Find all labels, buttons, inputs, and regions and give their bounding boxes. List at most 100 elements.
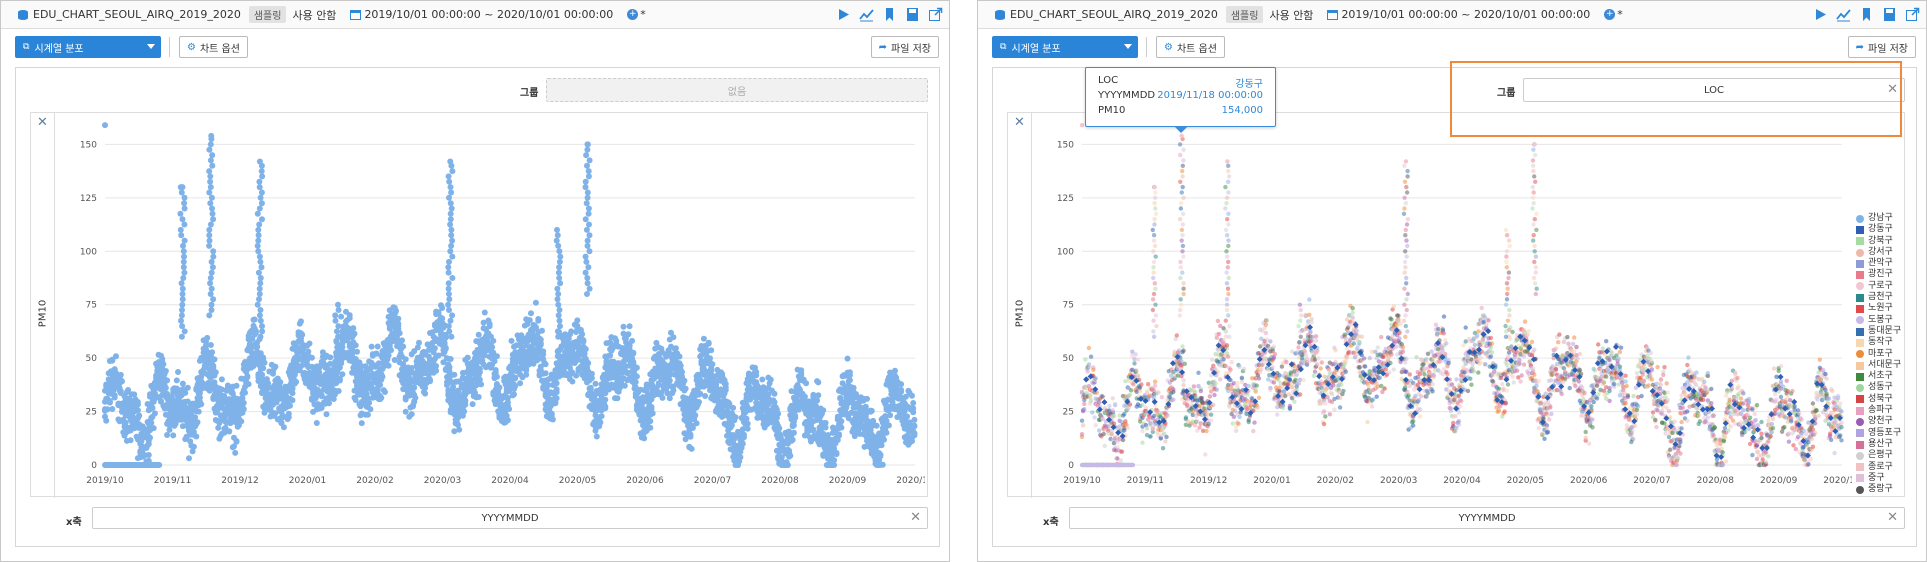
left-panel: EDU_CHART_SEOUL_AIRQ_2019_2020 샘플링 사용 안함… — [0, 0, 950, 562]
export-icon[interactable] — [928, 7, 943, 22]
chart-type-select[interactable]: ⧉ 시계열 분포 — [15, 36, 161, 58]
scatter-plot[interactable]: 02550751001251502019/10 2019/11 2019/12 202… — [1042, 117, 1852, 493]
data-point — [379, 373, 386, 380]
data-point — [659, 394, 666, 401]
data-point — [593, 433, 600, 440]
data-point — [633, 373, 640, 380]
data-point — [208, 285, 215, 292]
data-point — [583, 152, 590, 159]
data-point — [475, 331, 482, 338]
data-point — [218, 376, 225, 383]
save-file-button[interactable]: ➦ 파일 저장 — [870, 36, 939, 58]
sampling-tag[interactable]: 샘플링 — [248, 6, 287, 23]
data-point — [260, 354, 267, 361]
data-point — [784, 462, 791, 468]
data-point — [402, 356, 409, 363]
data-point — [552, 400, 559, 407]
data-point — [181, 194, 188, 201]
data-point — [180, 242, 186, 249]
add-filter-icon[interactable]: + — [627, 9, 639, 20]
data-point — [614, 395, 621, 402]
share-icon: ➦ — [878, 41, 888, 53]
save-file-button[interactable]: ➦ 파일 저장 — [1847, 36, 1916, 58]
data-point — [526, 317, 533, 324]
data-point — [620, 323, 627, 330]
data-point — [1110, 396, 1115, 401]
data-point — [335, 307, 342, 313]
date-range[interactable]: 2019/10/01 00:00:00 ~ 2020/10/01 00:00:0… — [1341, 8, 1590, 21]
bookmark-icon[interactable] — [1859, 7, 1874, 22]
data-point — [207, 141, 214, 148]
data-point — [1132, 361, 1137, 366]
save-icon[interactable] — [905, 7, 920, 22]
data-point — [442, 344, 449, 351]
bookmark-icon[interactable] — [882, 7, 897, 22]
data-point — [323, 411, 330, 418]
data-point — [346, 312, 353, 319]
data-point — [194, 419, 201, 426]
data-point — [207, 173, 214, 180]
add-filter-icon[interactable]: + — [1604, 9, 1616, 20]
data-point — [352, 342, 359, 349]
chart-options-button[interactable]: ⚙ 차트 옵션 — [179, 36, 248, 58]
data-point — [164, 377, 171, 384]
data-point — [240, 406, 247, 413]
data-point — [252, 328, 259, 335]
data-point — [1102, 443, 1107, 448]
export-icon[interactable] — [1905, 7, 1920, 22]
data-point — [909, 392, 915, 399]
data-point — [1134, 368, 1139, 373]
data-point — [1214, 387, 1219, 392]
clear-icon[interactable]: ✕ — [910, 510, 921, 525]
x-tick-label: 2020/02 — [1317, 476, 1354, 486]
data-point — [399, 337, 405, 344]
data-point — [209, 205, 215, 212]
data-point — [164, 432, 171, 438]
data-point — [553, 386, 560, 393]
data-point — [313, 420, 320, 426]
data-point — [255, 248, 262, 255]
date-range[interactable]: 2019/10/01 00:00:00 ~ 2020/10/01 00:00:0… — [364, 8, 613, 21]
data-point — [1160, 446, 1166, 451]
scatter-plot[interactable]: 02550751001251502019/10 2019/11 2019/12 202… — [65, 117, 925, 493]
sampling-tag[interactable]: 샘플링 — [1225, 6, 1264, 23]
calendar-icon[interactable] — [1327, 9, 1339, 20]
data-point — [258, 168, 265, 175]
data-point — [1127, 392, 1133, 397]
data-point — [585, 210, 592, 217]
data-point — [111, 394, 118, 401]
data-point — [584, 275, 591, 281]
data-point — [542, 370, 549, 377]
data-point — [209, 152, 216, 159]
x-tick-label: 2019/10 — [86, 476, 124, 486]
data-point — [462, 398, 469, 405]
data-point — [554, 328, 561, 335]
line-chart-icon[interactable] — [1836, 7, 1851, 22]
data-point — [181, 269, 188, 276]
data-point — [431, 345, 438, 352]
group-value: 없음 — [727, 86, 747, 98]
data-point — [206, 237, 213, 244]
data-point — [240, 399, 247, 406]
data-point — [585, 173, 592, 180]
chart-options-label: 차트 옵션 — [1176, 43, 1217, 55]
close-icon[interactable]: ✕ — [37, 115, 48, 130]
play-icon[interactable] — [1813, 7, 1828, 22]
close-icon[interactable]: ✕ — [1014, 115, 1025, 130]
chart-options-button[interactable]: ⚙ 차트 옵션 — [1156, 36, 1225, 58]
play-icon[interactable] — [836, 7, 851, 22]
calendar-icon[interactable] — [350, 9, 362, 20]
x-tick-label: 2020/01 — [1253, 476, 1290, 486]
data-point — [179, 301, 186, 308]
data-point — [737, 454, 744, 461]
data-point — [402, 408, 409, 415]
chart-type-select[interactable]: ⧉ 시계열 분포 — [992, 36, 1138, 58]
x-axis-field[interactable]: YYYYMMDD ✕ — [92, 507, 928, 529]
data-point — [1100, 394, 1105, 399]
line-chart-icon[interactable] — [859, 7, 874, 22]
data-point — [602, 396, 609, 403]
group-field[interactable]: 없음 — [546, 78, 928, 102]
data-point — [810, 426, 817, 433]
save-icon[interactable] — [1882, 7, 1897, 22]
data-point — [911, 432, 918, 439]
